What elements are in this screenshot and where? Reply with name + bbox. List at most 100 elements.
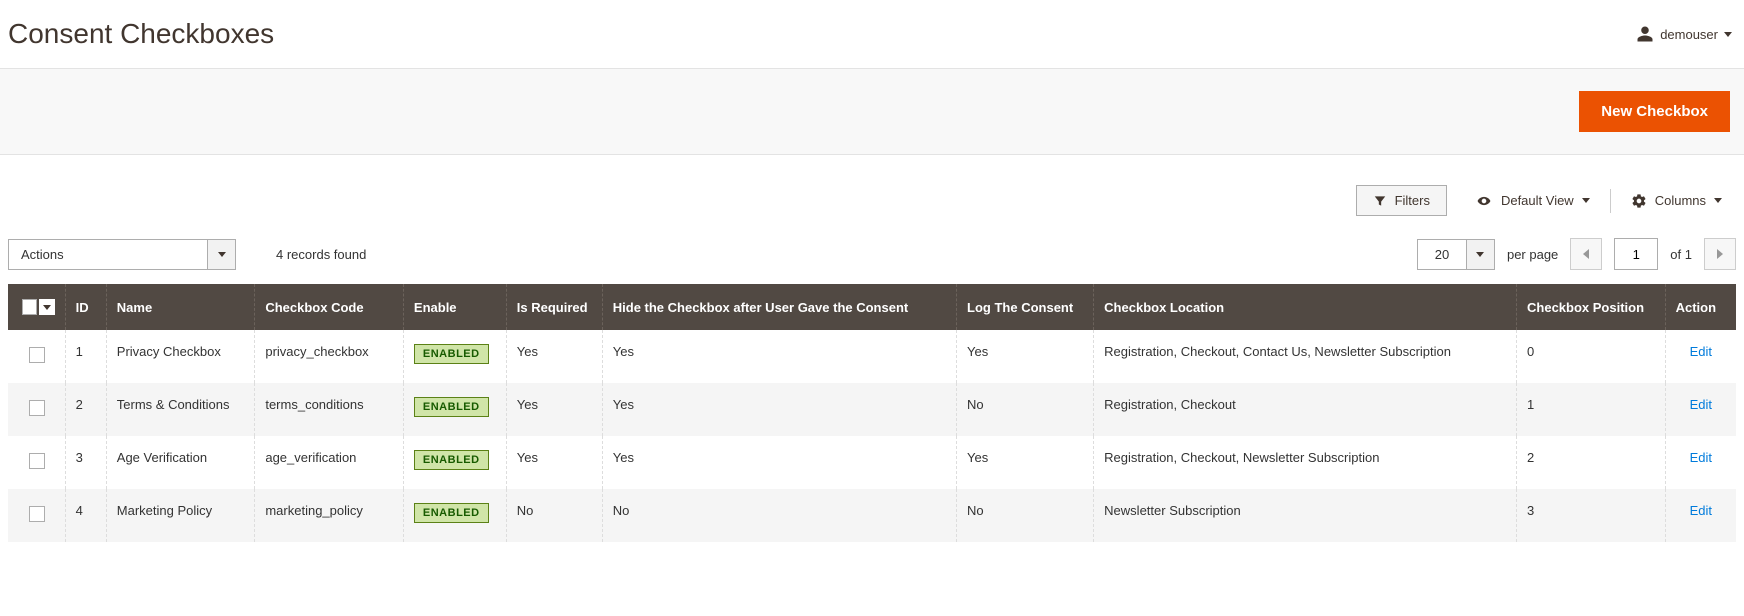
cell-hide: Yes xyxy=(602,436,956,489)
filters-button[interactable]: Filters xyxy=(1356,185,1447,216)
cell-id: 2 xyxy=(65,383,106,436)
cell-id: 3 xyxy=(65,436,106,489)
cell-position: 0 xyxy=(1517,330,1666,383)
caret-down-icon xyxy=(1714,198,1722,203)
cell-log: No xyxy=(957,383,1094,436)
cell-code: terms_conditions xyxy=(255,383,404,436)
chevron-right-icon xyxy=(1717,249,1723,259)
new-checkbox-button[interactable]: New Checkbox xyxy=(1579,91,1730,132)
cell-log: Yes xyxy=(957,330,1094,383)
gear-icon xyxy=(1631,193,1647,209)
filters-label: Filters xyxy=(1395,193,1430,208)
table-row: 3 Age Verification age_verification ENAB… xyxy=(8,436,1736,489)
user-menu[interactable]: demouser xyxy=(1636,25,1732,43)
cell-code: age_verification xyxy=(255,436,404,489)
cell-position: 1 xyxy=(1517,383,1666,436)
records-found: 4 records found xyxy=(276,247,366,262)
separator xyxy=(1610,189,1611,213)
cell-name: Terms & Conditions xyxy=(106,383,255,436)
row-checkbox[interactable] xyxy=(29,400,45,416)
user-icon xyxy=(1636,25,1654,43)
data-grid: ID Name Checkbox Code Enable Is Required… xyxy=(8,284,1736,542)
columns-button[interactable]: Columns xyxy=(1617,187,1736,215)
caret-down-icon xyxy=(43,305,51,310)
cell-location: Newsletter Subscription xyxy=(1094,489,1517,542)
next-page-button[interactable] xyxy=(1704,238,1736,270)
default-view-button[interactable]: Default View xyxy=(1461,187,1604,214)
caret-down-icon xyxy=(1724,32,1732,37)
enabled-badge: ENABLED xyxy=(414,450,489,470)
eye-icon xyxy=(1475,194,1493,208)
cell-location: Registration, Checkout, Contact Us, News… xyxy=(1094,330,1517,383)
cell-location: Registration, Checkout xyxy=(1094,383,1517,436)
header-required[interactable]: Is Required xyxy=(506,284,602,330)
per-page-label: per page xyxy=(1507,247,1558,262)
row-checkbox[interactable] xyxy=(29,453,45,469)
cell-id: 1 xyxy=(65,330,106,383)
cell-hide: Yes xyxy=(602,383,956,436)
cell-code: marketing_policy xyxy=(255,489,404,542)
cell-log: Yes xyxy=(957,436,1094,489)
user-name: demouser xyxy=(1660,27,1718,42)
cell-required: Yes xyxy=(506,436,602,489)
cell-log: No xyxy=(957,489,1094,542)
prev-page-button[interactable] xyxy=(1570,238,1602,270)
action-bar: New Checkbox xyxy=(0,68,1744,155)
header-log[interactable]: Log The Consent xyxy=(957,284,1094,330)
cell-hide: No xyxy=(602,489,956,542)
edit-link[interactable]: Edit xyxy=(1690,503,1712,518)
cell-name: Marketing Policy xyxy=(106,489,255,542)
caret-down-icon xyxy=(1476,252,1484,257)
header-name[interactable]: Name xyxy=(106,284,255,330)
header-position[interactable]: Checkbox Position xyxy=(1517,284,1666,330)
edit-link[interactable]: Edit xyxy=(1690,397,1712,412)
cell-name: Age Verification xyxy=(106,436,255,489)
table-row: 4 Marketing Policy marketing_policy ENAB… xyxy=(8,489,1736,542)
header-id[interactable]: ID xyxy=(65,284,106,330)
bulk-actions-toggle[interactable] xyxy=(208,239,236,270)
page-number-input[interactable] xyxy=(1614,238,1658,270)
columns-label: Columns xyxy=(1655,193,1706,208)
row-checkbox[interactable] xyxy=(29,347,45,363)
cell-required: Yes xyxy=(506,330,602,383)
cell-required: No xyxy=(506,489,602,542)
cell-enable: ENABLED xyxy=(403,383,506,436)
enabled-badge: ENABLED xyxy=(414,397,489,417)
header-location[interactable]: Checkbox Location xyxy=(1094,284,1517,330)
cell-enable: ENABLED xyxy=(403,489,506,542)
enabled-badge: ENABLED xyxy=(414,344,489,364)
cell-hide: Yes xyxy=(602,330,956,383)
table-row: 2 Terms & Conditions terms_conditions EN… xyxy=(8,383,1736,436)
caret-down-icon xyxy=(1582,198,1590,203)
edit-link[interactable]: Edit xyxy=(1690,344,1712,359)
cell-position: 3 xyxy=(1517,489,1666,542)
table-row: 1 Privacy Checkbox privacy_checkbox ENAB… xyxy=(8,330,1736,383)
edit-link[interactable]: Edit xyxy=(1690,450,1712,465)
select-all-menu[interactable] xyxy=(39,299,55,315)
header-select-all[interactable] xyxy=(8,284,65,330)
page-size-toggle[interactable] xyxy=(1467,239,1495,270)
of-pages-label: of 1 xyxy=(1670,247,1692,262)
page-size-value: 20 xyxy=(1417,239,1467,270)
header-code[interactable]: Checkbox Code xyxy=(255,284,404,330)
cell-enable: ENABLED xyxy=(403,330,506,383)
chevron-left-icon xyxy=(1583,249,1589,259)
enabled-badge: ENABLED xyxy=(414,503,489,523)
default-view-label: Default View xyxy=(1501,193,1574,208)
cell-required: Yes xyxy=(506,383,602,436)
page-size-select[interactable]: 20 xyxy=(1417,239,1495,270)
bulk-actions-select[interactable]: Actions xyxy=(8,239,236,270)
header-hide[interactable]: Hide the Checkbox after User Gave the Co… xyxy=(602,284,956,330)
cell-position: 2 xyxy=(1517,436,1666,489)
header-action: Action xyxy=(1665,284,1736,330)
cell-name: Privacy Checkbox xyxy=(106,330,255,383)
cell-id: 4 xyxy=(65,489,106,542)
page-title: Consent Checkboxes xyxy=(8,18,274,50)
cell-enable: ENABLED xyxy=(403,436,506,489)
bulk-actions-label: Actions xyxy=(8,239,208,270)
caret-down-icon xyxy=(218,252,226,257)
cell-code: privacy_checkbox xyxy=(255,330,404,383)
select-all-checkbox[interactable] xyxy=(22,299,37,315)
row-checkbox[interactable] xyxy=(29,506,45,522)
header-enable[interactable]: Enable xyxy=(403,284,506,330)
